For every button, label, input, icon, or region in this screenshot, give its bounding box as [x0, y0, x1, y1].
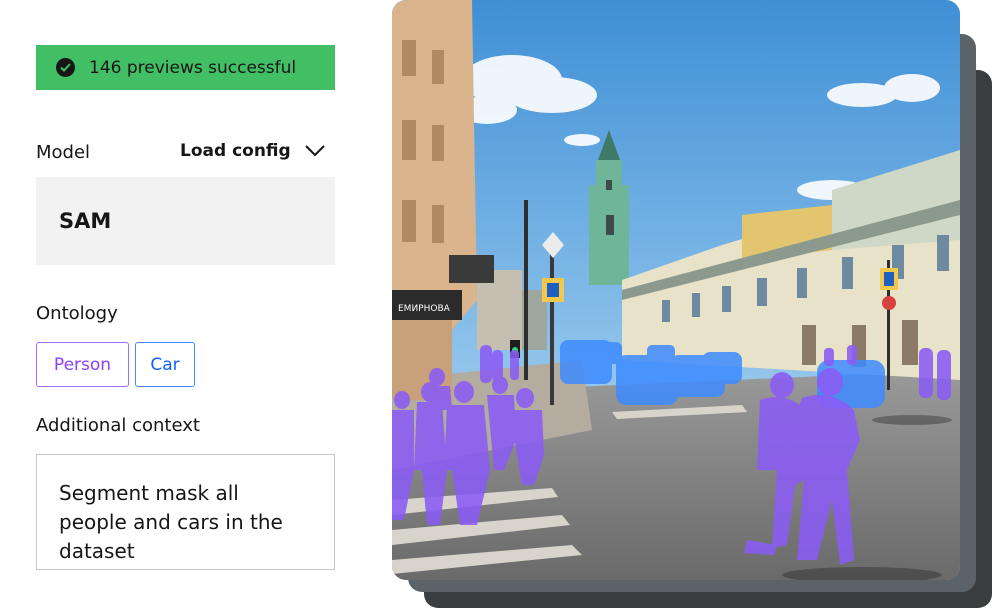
ontology-label: Ontology: [36, 303, 118, 324]
segmentation-preview-image: ЕМИРНОВА: [392, 0, 960, 580]
notification-text: 146 previews successful: [89, 57, 297, 78]
success-notification: 146 previews successful: [36, 45, 335, 90]
storefront-sign: ЕМИРНОВА: [398, 304, 451, 314]
additional-context-label: Additional context: [36, 415, 200, 436]
additional-context-textarea[interactable]: Segment mask all people and cars in the …: [36, 454, 335, 570]
ontology-tag-person[interactable]: Person: [36, 342, 129, 387]
ontology-tag-car[interactable]: Car: [135, 342, 195, 387]
model-label: Model: [36, 142, 91, 163]
load-config-dropdown[interactable]: Load config: [180, 141, 325, 161]
chevron-down-icon: [304, 145, 325, 157]
model-select[interactable]: SAM: [36, 177, 335, 265]
additional-context-value: Segment mask all people and cars in the …: [59, 481, 283, 563]
model-value: SAM: [59, 209, 112, 233]
load-config-label: Load config: [180, 141, 291, 161]
checkmark-filled-icon: [56, 58, 75, 77]
